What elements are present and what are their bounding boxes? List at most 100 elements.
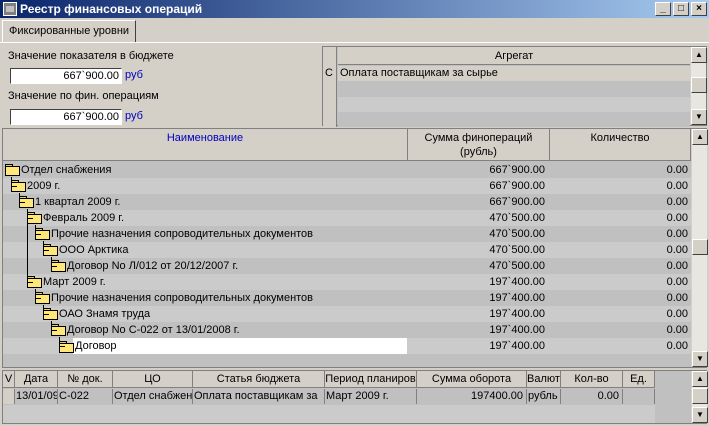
tree-line xyxy=(43,314,49,315)
tree-row[interactable]: ООО Арктика 470`500.00 0.00 xyxy=(3,242,691,258)
tree-cell-name[interactable]: Договор xyxy=(59,338,407,354)
tree-node-label: Февраль 2009 г. xyxy=(43,212,125,224)
tree-row[interactable]: Договор No Л/012 от 20/12/2007 г. 470`500… xyxy=(3,258,691,274)
minimize-button[interactable]: _ xyxy=(655,2,671,16)
folder-icon xyxy=(5,164,20,176)
tree-row[interactable]: ОАО Знамя труда 197`400.00 0.00 xyxy=(3,306,691,322)
tree-cell-qty: 0.00 xyxy=(666,292,688,304)
operations-column-header[interactable]: Период планиров xyxy=(325,371,417,388)
operations-column-header[interactable]: Валют xyxy=(527,371,561,388)
tree-cell-sum: 197`400.00 xyxy=(489,276,545,288)
operations-column-header[interactable]: Дата xyxy=(15,371,58,388)
aggregate-row-empty xyxy=(338,97,690,112)
tree-row[interactable]: Прочие назначения сопроводительных докум… xyxy=(3,290,691,306)
tree-node-label: ОАО Знамя труда xyxy=(59,308,151,320)
tree-cell-name[interactable]: Февраль 2009 г. xyxy=(3,210,407,226)
tree-cell-name[interactable]: ОАО Знамя труда xyxy=(3,306,407,322)
tree-cell-sum: 470`500.00 xyxy=(489,244,545,256)
operations-column-header[interactable]: Статья бюджета xyxy=(193,371,325,388)
tree-line xyxy=(59,346,65,347)
operations-cell[interactable]: 13/01/09 xyxy=(15,389,58,404)
tree-cell-name[interactable]: Договор No С-022 от 13/01/2008 г. xyxy=(3,322,407,338)
folder-icon xyxy=(11,180,26,192)
column-header-sum[interactable]: Сумма финопераций (рубль) xyxy=(408,129,550,161)
budget-value-field[interactable]: 667`900.00 xyxy=(10,68,122,84)
maximize-button[interactable]: □ xyxy=(673,2,689,16)
tree-cell-sum: 470`500.00 xyxy=(489,260,545,272)
column-header-name[interactable]: Наименование xyxy=(3,129,408,161)
aggregate-row-empty xyxy=(338,82,690,97)
tree-row[interactable]: Договор 197`400.00 0.00 xyxy=(3,338,691,354)
operations-cell[interactable] xyxy=(3,389,15,404)
tree-cell-sum: 667`900.00 xyxy=(489,164,545,176)
operations-cell[interactable] xyxy=(623,389,655,404)
operations-column-header[interactable]: ЦО xyxy=(113,371,193,388)
tree-row[interactable]: 2009 г. 667`900.00 0.00 xyxy=(3,178,691,194)
tree-cell-sum: 197`400.00 xyxy=(489,324,545,336)
operations-empty-row xyxy=(3,405,655,423)
tree-row[interactable]: Прочие назначения сопроводительных докум… xyxy=(3,226,691,242)
operations-grid[interactable]: VДата13/01/09№ док.С-022ЦООтдел снабжени… xyxy=(2,370,708,424)
operations-column-header[interactable]: Кол-во xyxy=(561,371,623,388)
finops-value-field[interactable]: 667`900.00 xyxy=(10,109,122,125)
operations-column-header[interactable]: Сумма оборота xyxy=(417,371,527,388)
scroll-down-icon[interactable]: ▼ xyxy=(692,407,708,423)
main-window: Реестр финансовых операций _ □ × Фиксиро… xyxy=(0,0,709,426)
tree-line xyxy=(35,234,41,235)
aggregate-row[interactable]: Оплата поставщикам за сырье xyxy=(338,66,690,81)
scroll-thumb[interactable] xyxy=(691,77,707,93)
scroll-up-icon[interactable]: ▲ xyxy=(692,371,708,387)
operations-cell[interactable]: 0.00 xyxy=(561,389,623,404)
operations-cell[interactable]: Март 2009 г. xyxy=(325,389,417,404)
aggregate-header[interactable]: Агрегат xyxy=(338,47,690,65)
tree-cell-name[interactable]: ООО Арктика xyxy=(3,242,407,258)
operations-cell[interactable]: рубль xyxy=(527,389,561,404)
tree-cell-name[interactable]: Март 2009 г. xyxy=(3,274,407,290)
tree-cell-name[interactable]: Отдел снабжения xyxy=(3,162,407,178)
finops-unit-label: руб xyxy=(125,110,143,122)
tree-cell-qty: 0.00 xyxy=(666,308,688,320)
tree-row[interactable]: Февраль 2009 г. 470`500.00 0.00 xyxy=(3,210,691,226)
tree-line xyxy=(27,209,28,283)
operations-cell[interactable]: 197400.00 xyxy=(417,389,527,404)
operations-column-header[interactable]: V xyxy=(3,371,15,388)
tree-cell-name[interactable]: Договор No Л/012 от 20/12/2007 г. xyxy=(3,258,407,274)
tree-row[interactable]: Март 2009 г. 197`400.00 0.00 xyxy=(3,274,691,290)
close-button[interactable]: × xyxy=(691,2,707,16)
tree-cell-sum: 470`500.00 xyxy=(489,228,545,240)
tree-cell-qty: 0.00 xyxy=(666,340,688,352)
operations-column-header[interactable]: Ед. xyxy=(623,371,655,388)
tree-row[interactable]: Договор No С-022 от 13/01/2008 г. 197`400… xyxy=(3,322,691,338)
folder-icon xyxy=(27,276,42,288)
tree-cell-qty: 0.00 xyxy=(666,164,688,176)
tree-cell-name[interactable]: 1 квартал 2009 г. xyxy=(3,194,407,210)
aggregate-scrollbar[interactable]: ▲ ▼ xyxy=(690,47,707,125)
tree-cell-qty: 0.00 xyxy=(666,276,688,288)
operations-cell[interactable]: С-022 xyxy=(58,389,113,404)
scroll-down-icon[interactable]: ▼ xyxy=(691,109,707,125)
tree-row[interactable]: 1 квартал 2009 г. 667`900.00 0.00 xyxy=(3,194,691,210)
scroll-up-icon[interactable]: ▲ xyxy=(692,129,708,145)
tree-cell-name[interactable]: 2009 г. xyxy=(3,178,407,194)
column-header-qty[interactable]: Количество xyxy=(550,129,691,161)
tree-cell-qty: 0.00 xyxy=(666,244,688,256)
operations-column-header[interactable]: № док. xyxy=(58,371,113,388)
tree-scrollbar[interactable]: ▲ ▼ xyxy=(691,129,708,367)
tree-cell-name[interactable]: Прочие назначения сопроводительных докум… xyxy=(3,290,407,306)
scroll-thumb[interactable] xyxy=(692,388,708,404)
operations-scrollbar[interactable]: ▲ ▼ xyxy=(691,371,708,423)
tree-cell-qty: 0.00 xyxy=(666,196,688,208)
operations-cell[interactable]: Отдел снабжения xyxy=(113,389,193,404)
tab-fixed-levels[interactable]: Фиксированные уровни xyxy=(2,20,137,42)
tree-node-label: Прочие назначения сопроводительных докум… xyxy=(51,228,314,240)
finops-tree-grid[interactable]: Наименование Сумма финопераций (рубль) К… xyxy=(2,128,708,368)
scroll-up-icon[interactable]: ▲ xyxy=(691,47,707,63)
tree-cell-name[interactable]: Прочие назначения сопроводительных докум… xyxy=(3,226,407,242)
scroll-down-icon[interactable]: ▼ xyxy=(692,351,708,367)
operations-cell[interactable]: Оплата поставщикам за xyxy=(193,389,325,404)
finops-value-label: Значение по фин. операциям xyxy=(8,90,159,102)
scroll-thumb[interactable] xyxy=(692,239,708,255)
aggregate-list[interactable]: С Агрегат Оплата поставщикам за сырье ▲ … xyxy=(322,46,707,127)
folder-icon xyxy=(43,244,58,256)
tree-row[interactable]: Отдел снабжения 667`900.00 0.00 xyxy=(3,162,691,178)
